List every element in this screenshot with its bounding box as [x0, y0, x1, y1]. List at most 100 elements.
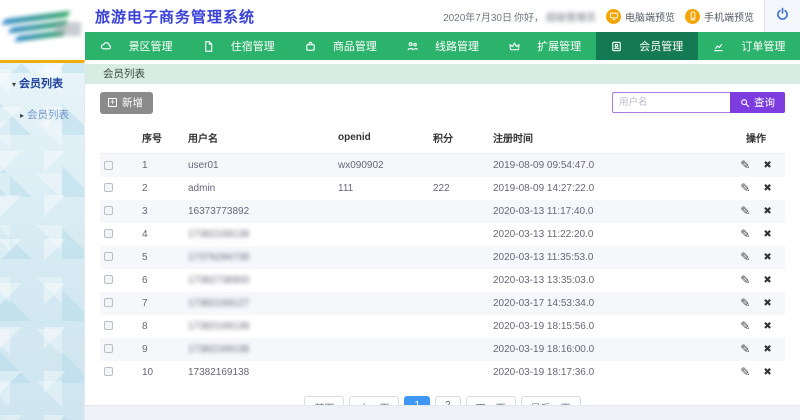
search-group: 查询: [612, 92, 785, 113]
pc-preview-button[interactable]: 电脑端预览: [606, 9, 675, 24]
search-button[interactable]: 查询: [730, 92, 785, 113]
row-checkbox[interactable]: [104, 275, 113, 284]
cell-points: [429, 315, 489, 338]
nav-label: 订单管理: [741, 38, 785, 54]
row-checkbox[interactable]: [104, 321, 113, 330]
edit-icon[interactable]: ✎: [740, 250, 750, 264]
nav-label: 商品管理: [333, 38, 377, 54]
table-row: 8 17382169138 2020-03-19 18:15:56.0 ✎✖: [100, 315, 785, 338]
cell-username: 17376294738: [184, 246, 334, 269]
nav-item-member[interactable]: 会员管理: [596, 32, 698, 60]
delete-icon[interactable]: ✖: [763, 252, 771, 263]
cell-username: 17382169127: [184, 292, 334, 315]
logout-power-button[interactable]: [764, 0, 800, 32]
delete-icon[interactable]: ✖: [763, 183, 771, 194]
cell-no: 9: [138, 338, 184, 361]
nav-label: 景区管理: [129, 38, 173, 54]
cell-points: [429, 200, 489, 223]
main-content: 会员列表 + 新增 查询 序号 用户名 openid: [85, 60, 800, 420]
cell-no: 8: [138, 315, 184, 338]
cell-regtime: 2020-03-13 13:35:03.0: [489, 269, 727, 292]
cell-no: 2: [138, 177, 184, 200]
nav-item-goods[interactable]: 商品管理: [289, 32, 391, 60]
cell-points: [429, 338, 489, 361]
col-points: 积分: [429, 122, 489, 154]
cell-username: admin: [184, 177, 334, 200]
current-date: 2020年7月30日: [443, 9, 512, 24]
member-icon: [610, 40, 623, 53]
row-checkbox[interactable]: [104, 298, 113, 307]
table-row: 9 17382169138 2020-03-19 18:16:00.0 ✎✖: [100, 338, 785, 361]
edit-icon[interactable]: ✎: [740, 158, 750, 172]
edit-icon[interactable]: ✎: [740, 319, 750, 333]
add-button[interactable]: + 新增: [100, 92, 153, 114]
cell-points: [429, 361, 489, 384]
delete-icon[interactable]: ✖: [763, 160, 771, 171]
nav-item-lodging[interactable]: 住宿管理: [187, 32, 289, 60]
cell-points: [429, 292, 489, 315]
row-checkbox[interactable]: [104, 229, 113, 238]
cell-regtime: 2020-03-19 18:17:36.0: [489, 361, 727, 384]
row-checkbox[interactable]: [104, 344, 113, 353]
cell-points: 222: [429, 177, 489, 200]
row-checkbox[interactable]: [104, 252, 113, 261]
row-checkbox[interactable]: [104, 183, 113, 192]
cell-username: 17382738900: [184, 269, 334, 292]
delete-icon[interactable]: ✖: [763, 229, 771, 240]
search-input[interactable]: [612, 92, 730, 113]
caret-right-icon: ▸: [20, 111, 24, 120]
edit-icon[interactable]: ✎: [740, 296, 750, 310]
edit-icon[interactable]: ✎: [740, 273, 750, 287]
row-checkbox[interactable]: [104, 206, 113, 215]
select-all-header: [100, 122, 138, 154]
cell-points: [429, 223, 489, 246]
logo-text-blur: [55, 22, 81, 36]
delete-icon[interactable]: ✖: [763, 367, 771, 378]
delete-icon[interactable]: ✖: [763, 206, 771, 217]
col-no: 序号: [138, 122, 184, 154]
edit-icon[interactable]: ✎: [740, 365, 750, 379]
delete-icon[interactable]: ✖: [763, 321, 771, 332]
edit-icon[interactable]: ✎: [740, 227, 750, 241]
col-actions: 操作: [727, 122, 785, 154]
goods-icon: [304, 40, 317, 53]
lodging-icon: [202, 40, 215, 53]
plus-icon: +: [108, 98, 117, 107]
row-checkbox[interactable]: [104, 367, 113, 376]
toolbar: + 新增 查询: [85, 84, 800, 120]
sidebar-item-member-list[interactable]: ▸会员列表: [0, 107, 84, 122]
route-icon: [406, 40, 419, 53]
cell-no: 1: [138, 154, 184, 177]
nav-item-extension[interactable]: 扩展管理: [494, 32, 596, 60]
cell-no: 4: [138, 223, 184, 246]
pc-preview-label: 电脑端预览: [625, 9, 675, 24]
nav-item-order[interactable]: 订单管理: [698, 32, 800, 60]
cell-username: 17382169138: [184, 223, 334, 246]
delete-icon[interactable]: ✖: [763, 275, 771, 286]
power-icon: [775, 7, 790, 25]
cell-regtime: 2019-08-09 14:27:22.0: [489, 177, 727, 200]
row-checkbox[interactable]: [104, 161, 113, 170]
cell-username: 17382169138: [184, 338, 334, 361]
delete-icon[interactable]: ✖: [763, 344, 771, 355]
sidebar-group-member-list[interactable]: ▾会员列表: [0, 63, 84, 91]
table-row: 7 17382169127 2020-03-17 14:53:34.0 ✎✖: [100, 292, 785, 315]
cell-regtime: 2019-08-09 09:54:47.0: [489, 154, 727, 177]
table-row: 3 16373773892 2020-03-13 11:17:40.0 ✎✖: [100, 200, 785, 223]
cell-regtime: 2020-03-17 14:53:34.0: [489, 292, 727, 315]
edit-icon[interactable]: ✎: [740, 181, 750, 195]
search-button-label: 查询: [754, 95, 775, 110]
header-right: 2020年7月30日 你好， 超级管理员 电脑端预览 手机端预览: [443, 0, 800, 32]
cell-username: 16373773892: [184, 200, 334, 223]
nav-item-scenic[interactable]: 景区管理: [85, 32, 187, 60]
cell-regtime: 2020-03-13 11:35:53.0: [489, 246, 727, 269]
mobile-preview-button[interactable]: 手机端预览: [685, 9, 754, 24]
delete-icon[interactable]: ✖: [763, 298, 771, 309]
table-row: 6 17382738900 2020-03-13 13:35:03.0 ✎✖: [100, 269, 785, 292]
edit-icon[interactable]: ✎: [740, 204, 750, 218]
cell-no: 10: [138, 361, 184, 384]
cell-openid: [334, 200, 429, 223]
edit-icon[interactable]: ✎: [740, 342, 750, 356]
nav-item-route[interactable]: 线路管理: [391, 32, 493, 60]
cell-openid: [334, 223, 429, 246]
